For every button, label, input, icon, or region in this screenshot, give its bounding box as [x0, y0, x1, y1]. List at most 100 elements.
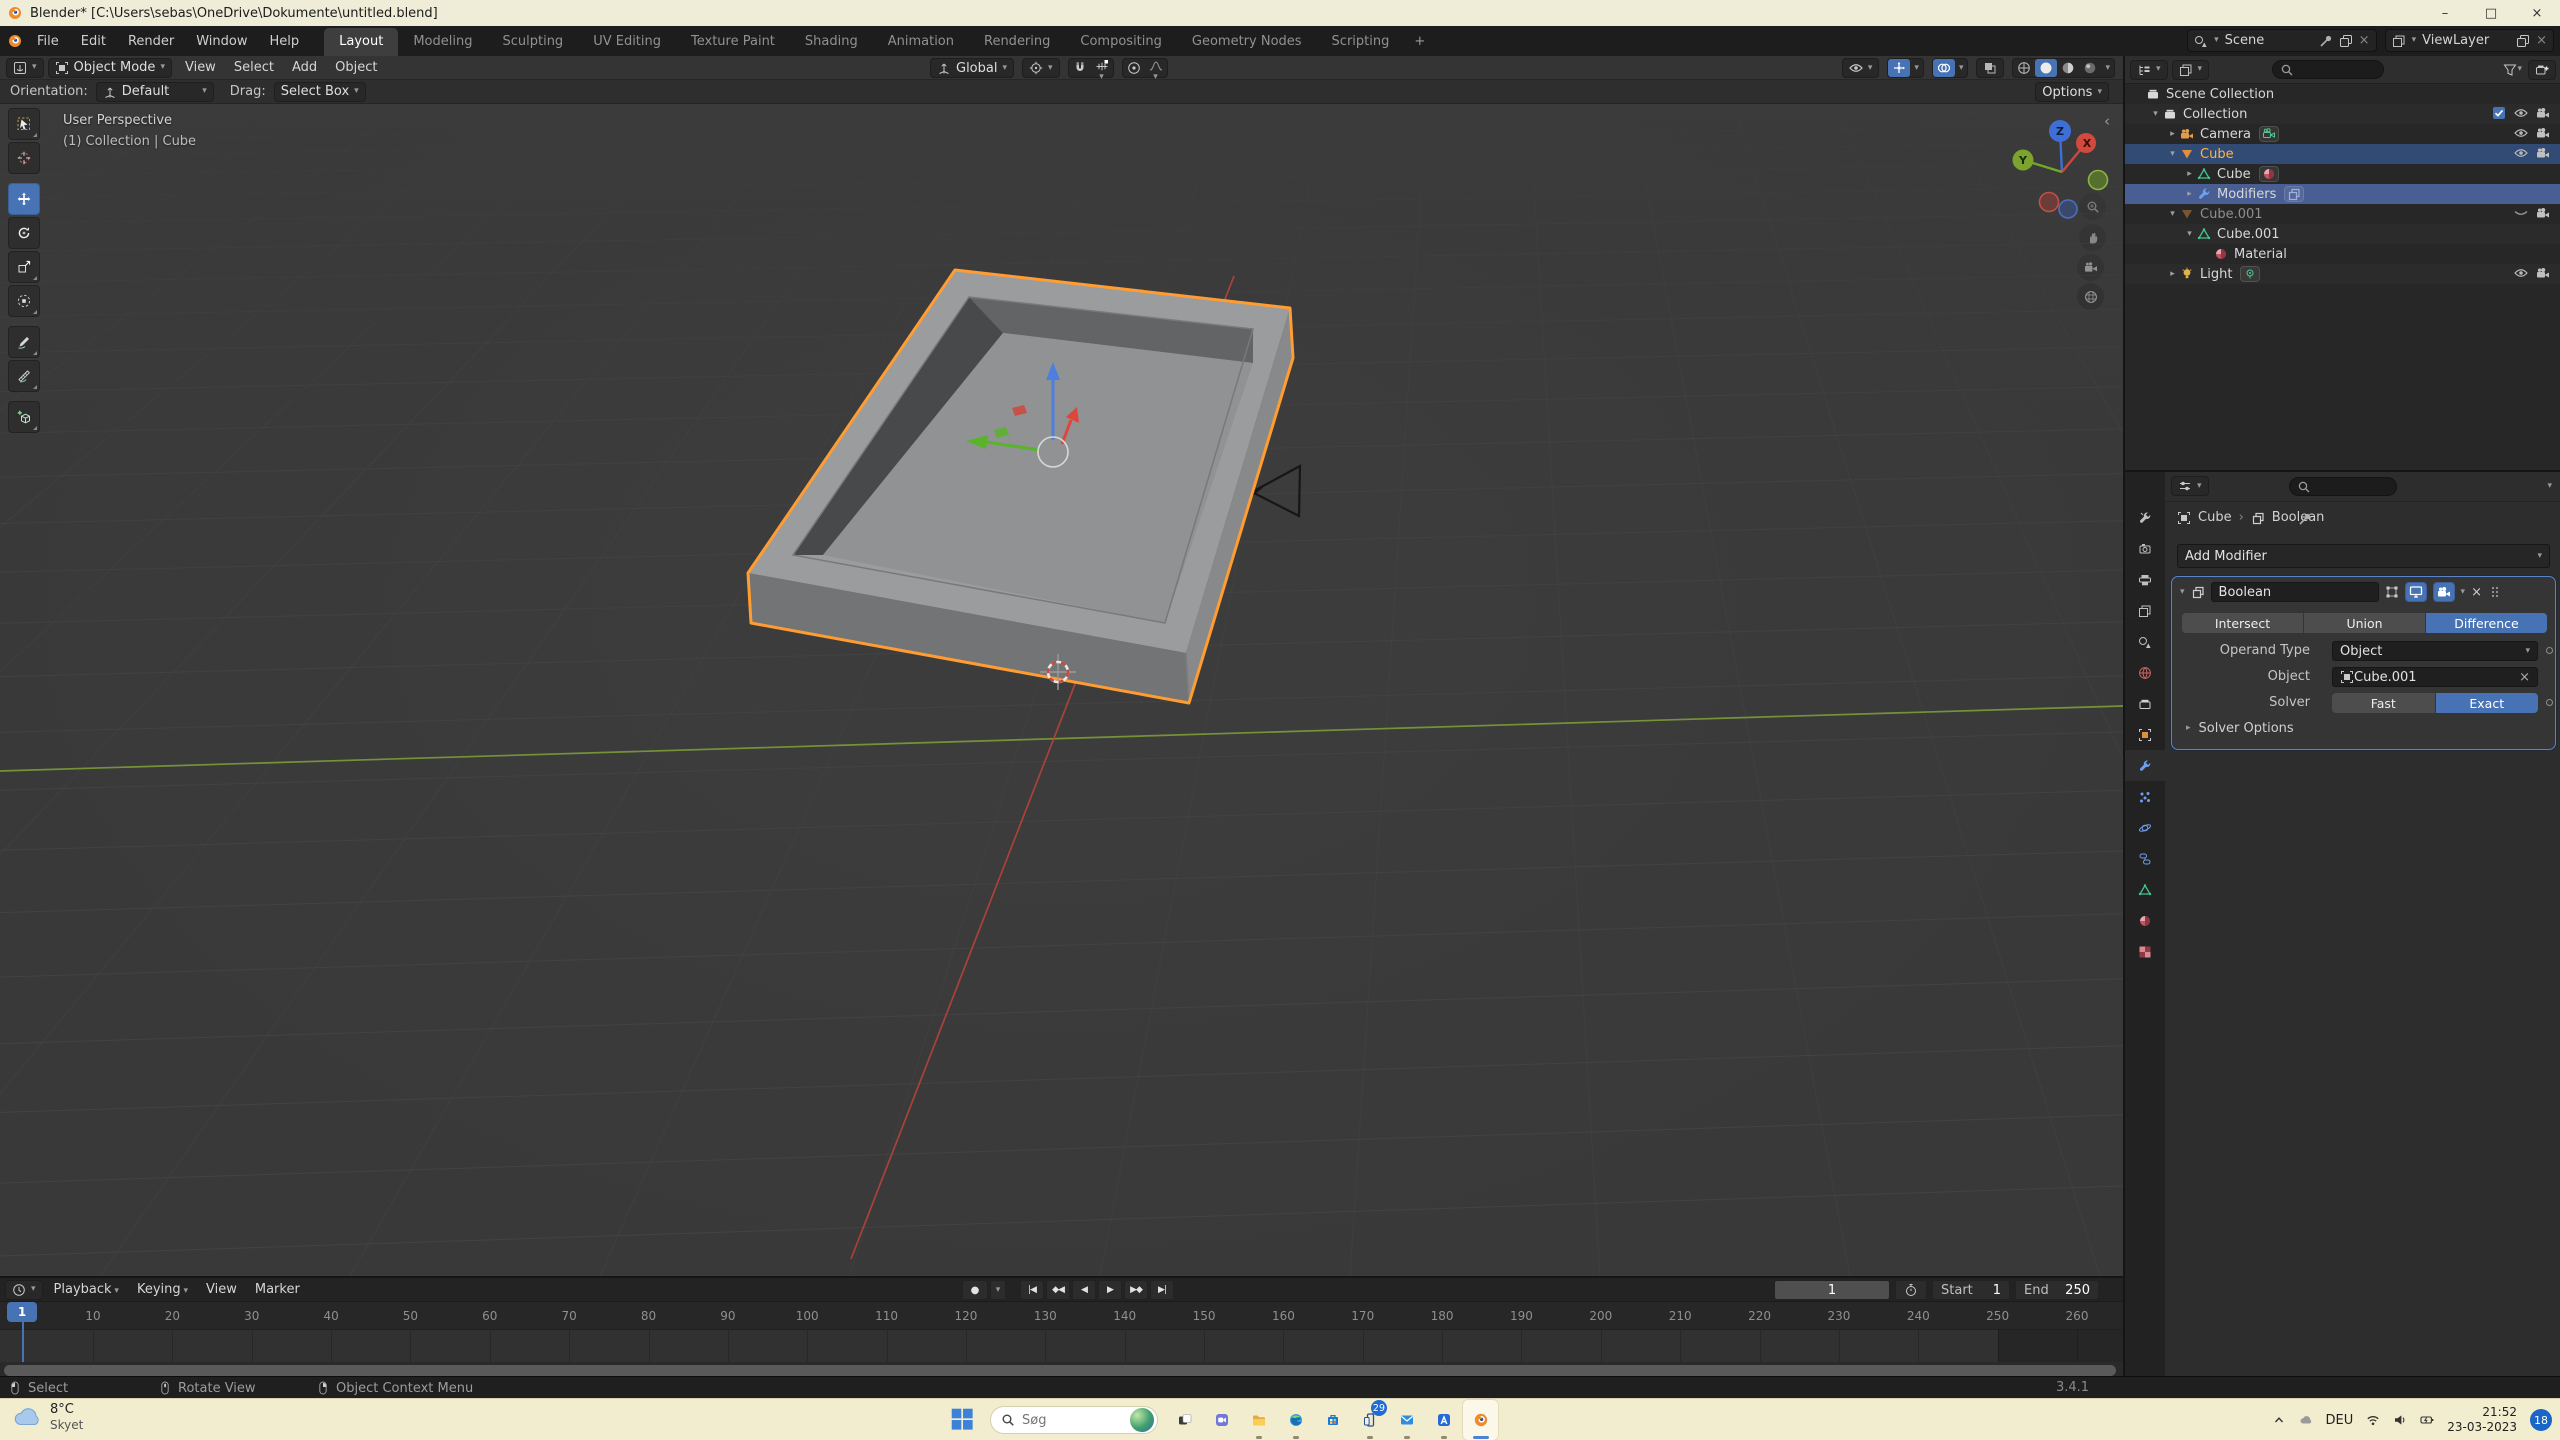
- outliner-row-camera[interactable]: ▸Camera: [2125, 124, 2560, 144]
- properties-tab-modifiers[interactable]: [2125, 750, 2165, 781]
- tool-scale[interactable]: [8, 251, 40, 283]
- gizmo-axis-minus-z[interactable]: [2059, 200, 2077, 218]
- outliner-row-cube-001[interactable]: ▾Cube.001: [2125, 204, 2560, 224]
- transform-orientation-dropdown[interactable]: Global▾: [930, 58, 1014, 78]
- new-scene-icon[interactable]: [2339, 34, 2353, 48]
- properties-tab-constraints[interactable]: [2125, 843, 2165, 874]
- timeline-tracks[interactable]: [0, 1330, 2123, 1362]
- eye-toggle-icon[interactable]: [2514, 126, 2528, 140]
- orientation-dropdown[interactable]: Default▾: [96, 82, 214, 102]
- tool-measure[interactable]: [8, 360, 40, 392]
- shading-dropdown[interactable]: ▾: [2101, 59, 2114, 77]
- next-keyframe-button[interactable]: ▶◆: [1124, 1280, 1148, 1300]
- properties-options-icon[interactable]: ▾: [2547, 482, 2552, 491]
- tool-move[interactable]: [8, 183, 40, 215]
- tab-texture-paint[interactable]: Texture Paint: [676, 28, 790, 56]
- disclosure-icon[interactable]: ▾: [2182, 229, 2197, 239]
- shading-wireframe-button[interactable]: [2013, 59, 2035, 77]
- eye-toggle-icon[interactable]: [2514, 106, 2528, 120]
- tool-cursor[interactable]: [8, 142, 40, 174]
- expand-icon[interactable]: ▾: [2180, 588, 2185, 597]
- close-button[interactable]: ×: [2514, 0, 2560, 26]
- mode-dropdown[interactable]: Object Mode▾: [48, 58, 172, 78]
- cam-toggle-icon[interactable]: [2536, 146, 2550, 160]
- wifi-icon[interactable]: [2366, 1413, 2380, 1427]
- maximize-button[interactable]: □: [2468, 0, 2514, 26]
- eye-closed-toggle-icon[interactable]: [2514, 206, 2528, 220]
- solver-exact[interactable]: Exact: [2436, 693, 2539, 713]
- viewport-menu-view[interactable]: View: [176, 60, 225, 75]
- outliner-display-mode-button[interactable]: ▾: [2172, 60, 2210, 80]
- tab-scripting[interactable]: Scripting: [1317, 28, 1405, 56]
- properties-tab-particles[interactable]: [2125, 781, 2165, 812]
- cam-toggle-icon[interactable]: [2536, 106, 2550, 120]
- jump-end-button[interactable]: ▶|: [1150, 1280, 1174, 1300]
- cam-toggle-icon[interactable]: [2536, 126, 2550, 140]
- outliner-row-cube[interactable]: ▾Cube: [2125, 144, 2560, 164]
- gizmos-dropdown[interactable]: ▾: [1910, 59, 1923, 77]
- weather-widget[interactable]: 8°CSkyet: [12, 1402, 83, 1432]
- shading-solid-button[interactable]: [2035, 59, 2057, 77]
- taskbar-app-task-view[interactable]: [1166, 1399, 1203, 1440]
- tab-rendering[interactable]: Rendering: [969, 28, 1065, 56]
- speaker-icon[interactable]: [2393, 1413, 2407, 1427]
- operation-intersect[interactable]: Intersect: [2182, 613, 2303, 633]
- tool-add-cube[interactable]: [8, 401, 40, 433]
- viewport-menu-select[interactable]: Select: [225, 60, 283, 75]
- disclosure-icon[interactable]: ▸: [2165, 269, 2180, 279]
- tab-uv-editing[interactable]: UV Editing: [578, 28, 676, 56]
- taskbar-app-phone[interactable]: 29: [1351, 1399, 1388, 1440]
- collapse-panel-icon[interactable]: ‹: [2104, 112, 2110, 130]
- falloff-dropdown[interactable]: ▾: [1145, 59, 1167, 77]
- menu-file[interactable]: File: [26, 34, 70, 49]
- prev-keyframe-button[interactable]: ◆◀: [1046, 1280, 1070, 1300]
- options-button[interactable]: Options▾: [2035, 82, 2109, 102]
- object-visibility-dropdown[interactable]: ▾: [1842, 58, 1880, 78]
- timeline-ruler[interactable]: 1020304050607080901001101201301401501601…: [0, 1302, 2123, 1330]
- taskbar-app-file-explorer[interactable]: [1240, 1399, 1277, 1440]
- onedrive-icon[interactable]: [2299, 1413, 2313, 1427]
- jump-start-button[interactable]: |◀: [1020, 1280, 1044, 1300]
- decorator-dot[interactable]: [2546, 647, 2553, 654]
- battery-icon[interactable]: [2420, 1413, 2434, 1427]
- taskbar-app-store[interactable]: [1314, 1399, 1351, 1440]
- tab-animation[interactable]: Animation: [873, 28, 969, 56]
- show-viewport-toggle[interactable]: [2405, 582, 2427, 602]
- tab-geometry-nodes[interactable]: Geometry Nodes: [1177, 28, 1317, 56]
- properties-tab-collection[interactable]: [2125, 688, 2165, 719]
- outliner-search[interactable]: [2272, 60, 2384, 79]
- operand-type-dropdown[interactable]: Object▾: [2332, 641, 2538, 661]
- blender-menu-icon[interactable]: [8, 34, 22, 48]
- tool-tweak[interactable]: [8, 108, 40, 140]
- hidden-icons-chevron[interactable]: [2272, 1413, 2286, 1427]
- outliner-row-light[interactable]: ▸Light: [2125, 264, 2560, 284]
- outliner-row-cube[interactable]: ▸Cube: [2125, 164, 2560, 184]
- taskbar-app-blender[interactable]: [1462, 1399, 1499, 1440]
- outliner-filter-button[interactable]: ▾: [2503, 63, 2522, 77]
- notification-badge[interactable]: 18: [2530, 1409, 2552, 1431]
- properties-search[interactable]: [2289, 477, 2397, 496]
- decorator-dot[interactable]: [2546, 699, 2553, 706]
- timeline-menu-playback[interactable]: Playback ▾: [45, 1282, 128, 1297]
- modifier-extras-dropdown[interactable]: ▾: [2461, 588, 2466, 597]
- properties-tab-output[interactable]: [2125, 564, 2165, 595]
- outliner-row-scene collection[interactable]: Scene Collection: [2125, 84, 2560, 104]
- viewport-3d[interactable]: Y X Z ▾ Object Mode▾ ViewSelectAddObject…: [0, 56, 2123, 1276]
- cam-toggle-icon[interactable]: [2536, 206, 2550, 220]
- check-toggle-icon[interactable]: [2492, 106, 2506, 120]
- frame-end-field[interactable]: End250: [2015, 1280, 2099, 1300]
- taskbar-search[interactable]: [990, 1406, 1158, 1434]
- start-button[interactable]: [950, 1407, 974, 1435]
- add-modifier-button[interactable]: Add Modifier▾: [2177, 544, 2550, 568]
- disclosure-icon[interactable]: ▸: [2182, 189, 2197, 199]
- play-reverse-button[interactable]: ◀: [1072, 1280, 1096, 1300]
- disclosure-icon[interactable]: ▸: [2165, 129, 2180, 139]
- use-preview-range-toggle[interactable]: [1895, 1280, 1927, 1300]
- shading-material-button[interactable]: [2057, 59, 2079, 77]
- eye-toggle-icon[interactable]: [2514, 146, 2528, 160]
- operation-union[interactable]: Union: [2304, 613, 2425, 633]
- taskbar-app-chat[interactable]: [1203, 1399, 1240, 1440]
- xray-toggle[interactable]: [1976, 58, 2004, 78]
- outliner-row-cube-001[interactable]: ▾Cube.001: [2125, 224, 2560, 244]
- properties-editor-type-button[interactable]: ▾: [2171, 476, 2209, 496]
